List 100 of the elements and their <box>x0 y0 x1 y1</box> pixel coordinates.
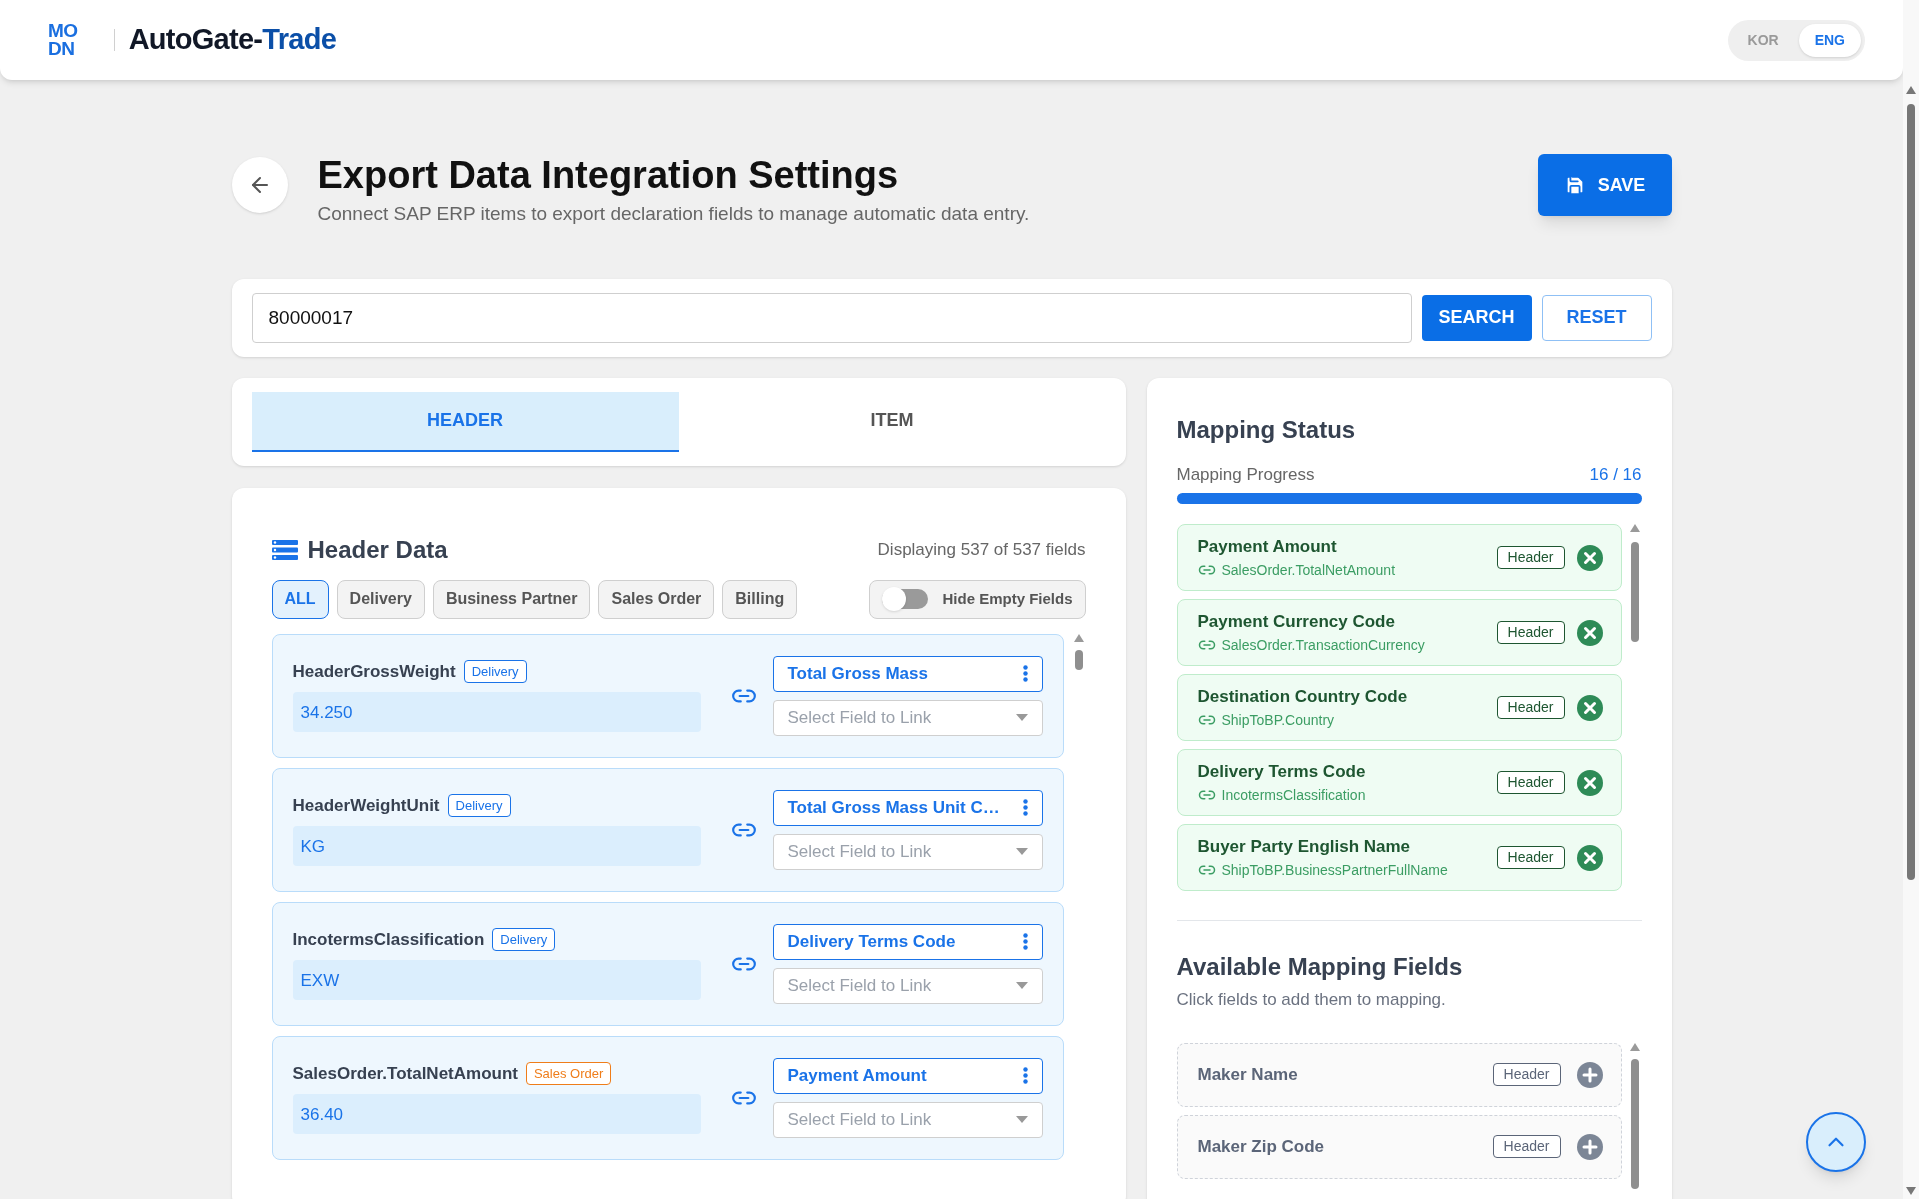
add-icon[interactable] <box>1576 1133 1603 1160</box>
field-name: IncotermsClassification <box>292 928 485 951</box>
available-field-name: Maker Name <box>1197 1063 1298 1086</box>
mapped-item[interactable]: Payment Amount SalesOrder.TotalNetAmount Header <box>1176 524 1622 591</box>
category-tag: Sales Order <box>525 1061 612 1086</box>
progress-label: Mapping Progress <box>1176 463 1315 486</box>
scroll-up-icon[interactable] <box>1906 86 1916 94</box>
section-title: Mapping Status <box>1176 414 1357 445</box>
field-select[interactable]: Select Field to Link <box>772 833 1043 870</box>
filter-chip[interactable]: Sales Order <box>598 579 715 619</box>
mapped-name: Buyer Party English Name <box>1197 836 1412 859</box>
mapped-field[interactable]: Payment Amount <box>772 1057 1043 1094</box>
field-value: 36.40 <box>292 1094 701 1135</box>
mapped-name: Payment Amount <box>1197 536 1338 559</box>
dropdown-caret-icon <box>1015 848 1028 855</box>
mapped-source: ShipToBP.Country <box>1221 710 1335 730</box>
field-value: 34.250 <box>292 692 701 733</box>
remove-icon[interactable] <box>1576 769 1603 796</box>
language-option[interactable]: ENG <box>1798 23 1861 57</box>
field-value: EXW <box>292 960 701 1001</box>
remove-icon[interactable] <box>1576 544 1603 571</box>
field-tag: Header <box>1496 621 1565 644</box>
logo-text: DN <box>48 40 76 58</box>
progress-count: 16 / 16 <box>1589 463 1642 486</box>
scroll-up-icon[interactable] <box>1629 524 1640 532</box>
mapped-field[interactable]: Total Gross Mass Unit C… <box>772 789 1043 826</box>
remove-icon[interactable] <box>1576 694 1603 721</box>
field-tag: Header <box>1496 771 1565 794</box>
category-tag: Delivery <box>463 659 527 684</box>
scrollbar-thumb[interactable] <box>1630 1058 1639 1189</box>
more-icon[interactable] <box>1022 665 1028 682</box>
toggle-switch[interactable] <box>882 589 929 609</box>
scrollbar-thumb[interactable] <box>1074 649 1083 670</box>
search-button[interactable]: SEARCH <box>1421 294 1532 341</box>
filter-chip[interactable]: Billing <box>722 579 798 619</box>
more-icon[interactable] <box>1022 1067 1028 1084</box>
field-tag: Header <box>1492 1135 1561 1158</box>
dropdown-caret-icon <box>1015 982 1028 989</box>
field-select[interactable]: Select Field to Link <box>772 699 1043 736</box>
field-select[interactable]: Select Field to Link <box>772 1101 1043 1138</box>
more-icon[interactable] <box>1022 799 1028 816</box>
page-scrollbar[interactable] <box>1903 0 1919 1199</box>
dropdown-caret-icon <box>1015 1116 1028 1123</box>
mapped-item[interactable]: Buyer Party English Name ShipToBP.BusinessPartnerFullName Header <box>1176 824 1622 891</box>
scroll-up-icon[interactable] <box>1629 1042 1640 1051</box>
tab[interactable]: HEADER <box>251 391 679 452</box>
mapped-name: Payment Currency Code <box>1197 611 1396 634</box>
mapped-field[interactable]: Total Gross Mass <box>772 655 1043 692</box>
field-tag: Header <box>1496 846 1565 869</box>
back-button[interactable] <box>231 157 288 213</box>
remove-icon[interactable] <box>1576 844 1603 871</box>
reset-button[interactable]: RESET <box>1541 294 1652 341</box>
logo-text: MO <box>48 22 78 40</box>
mapped-item[interactable]: Payment Currency Code SalesOrder.TransactionCurrency Header <box>1176 599 1622 666</box>
available-field-name: Maker Zip Code <box>1197 1135 1325 1158</box>
mapped-item[interactable]: Delivery Terms Code IncotermsClassification Header <box>1176 749 1622 816</box>
filter-chip[interactable]: Business Partner <box>432 579 591 619</box>
field-tag: Header <box>1496 696 1565 719</box>
filter-chip[interactable]: Delivery <box>336 579 425 619</box>
field-tag: Header <box>1496 546 1565 569</box>
mapped-source: SalesOrder.TotalNetAmount <box>1221 560 1396 580</box>
section-title: Available Mapping Fields <box>1176 952 1464 982</box>
mapped-name: Delivery Terms Code <box>1197 761 1366 784</box>
field-value: KG <box>292 826 701 867</box>
mapped-source: SalesOrder.TransactionCurrency <box>1221 635 1425 655</box>
field-count: Displaying 537 of 537 fields <box>877 538 1086 561</box>
dropdown-caret-icon <box>1015 714 1028 721</box>
available-field[interactable]: Maker Name Header <box>1176 1042 1622 1107</box>
field-name: HeaderWeightUnit <box>292 794 440 817</box>
field-name: HeaderGrossWeight <box>292 660 456 683</box>
scrollbar-thumb[interactable] <box>1907 104 1915 880</box>
page-title: Export Data Integration Settings <box>317 153 900 198</box>
mapped-name: Destination Country Code <box>1197 686 1408 709</box>
field-name: SalesOrder.TotalNetAmount <box>292 1062 518 1085</box>
category-tag: Delivery <box>447 793 511 818</box>
remove-icon[interactable] <box>1576 619 1603 646</box>
mapped-item[interactable]: Destination Country Code ShipToBP.Country Header <box>1176 674 1622 741</box>
scroll-down-icon[interactable] <box>1906 1187 1916 1195</box>
section-subtitle: Click fields to add them to mapping. <box>1176 989 1447 1011</box>
mapped-source: IncotermsClassification <box>1221 785 1366 805</box>
available-field[interactable]: Maker Zip Code Header <box>1176 1114 1622 1179</box>
add-icon[interactable] <box>1576 1061 1603 1088</box>
filter-chip[interactable]: ALL <box>271 579 329 619</box>
list-icon <box>271 539 298 560</box>
section-title: Header Data <box>307 534 448 565</box>
more-icon[interactable] <box>1022 933 1028 950</box>
field-tag: Header <box>1492 1063 1561 1086</box>
scrollbar-thumb[interactable] <box>1630 542 1639 642</box>
scroll-to-top-button[interactable] <box>1806 1112 1866 1172</box>
category-tag: Delivery <box>492 927 556 952</box>
mapped-source: ShipToBP.BusinessPartnerFullName <box>1221 860 1448 880</box>
hide-empty-toggle[interactable]: Hide Empty Fields <box>869 579 1086 619</box>
scroll-up-icon[interactable] <box>1073 633 1084 642</box>
app-title: AutoGate-Trade <box>128 22 337 58</box>
search-field[interactable]: 80000017 <box>251 292 1412 343</box>
page-subtitle: Connect SAP ERP items to export declaration fields to manage automatic data entry. <box>317 202 1030 226</box>
language-option[interactable]: KOR <box>1731 23 1795 57</box>
mapped-field[interactable]: Delivery Terms Code <box>772 923 1043 960</box>
field-select[interactable]: Select Field to Link <box>772 967 1043 1004</box>
save-button[interactable]: SAVE <box>1537 154 1672 216</box>
